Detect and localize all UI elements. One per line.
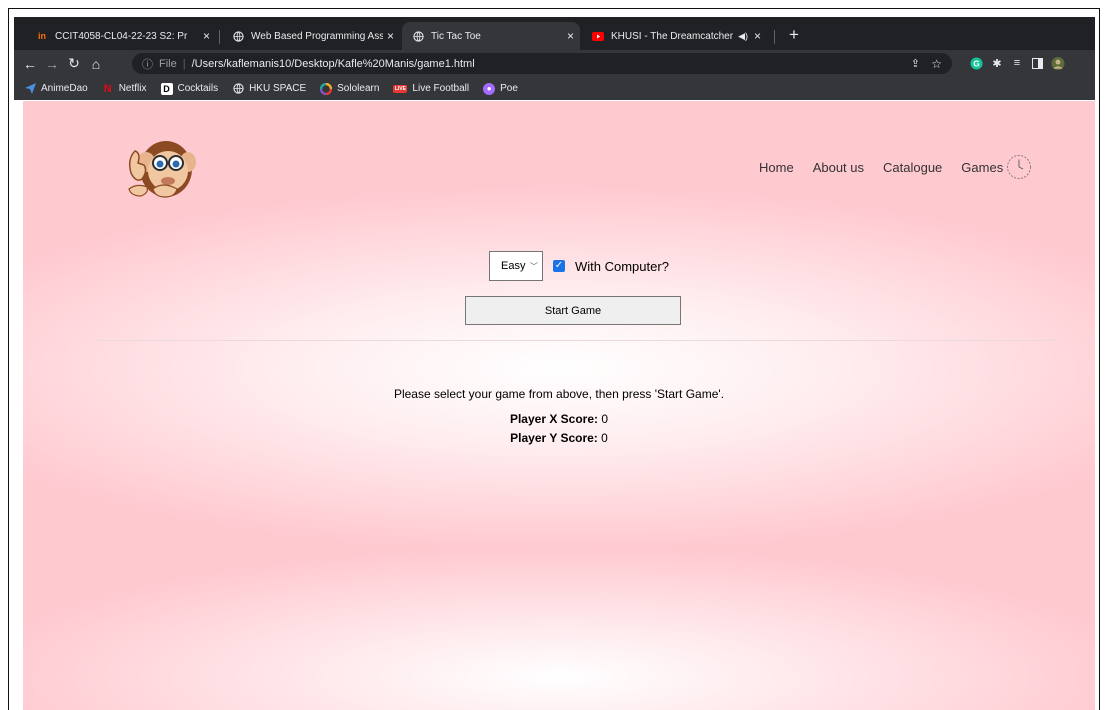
difficulty-value: Easy <box>501 260 526 272</box>
monkey-logo[interactable] <box>123 129 201 199</box>
bookmarks-bar: AnimeDao N Netflix D Cocktails HKU SPACE… <box>14 77 1095 100</box>
game-message: Please select your game from above, then… <box>393 387 725 401</box>
globe-icon <box>232 83 244 95</box>
player-x-score-label: Player X Score: <box>509 412 599 426</box>
url-scheme-label: File <box>159 57 177 70</box>
sololearn-icon <box>320 82 333 95</box>
browser-tab-strip: in CCIT4058-CL04-22-23 S2: Pr × Web Base… <box>14 17 1095 50</box>
reading-list-icon[interactable]: ≡ <box>1010 56 1024 70</box>
bookmark-poe[interactable]: ● Poe <box>483 82 518 95</box>
with-computer-label: With Computer? <box>575 258 669 274</box>
bookmark-hku-space[interactable]: HKU SPACE <box>232 83 306 95</box>
reload-icon[interactable]: ↻ <box>63 55 85 72</box>
tab-title: KHUSI - The Dreamcatcher <box>611 30 734 42</box>
svg-text:G: G <box>973 58 980 68</box>
page-content: Home About us Catalogue Games Easy ﹀ ✓ W… <box>23 101 1095 710</box>
clock-icon <box>1007 155 1031 179</box>
with-computer-checkbox[interactable]: ✓ <box>553 260 565 272</box>
bookmark-label: AnimeDao <box>41 83 88 94</box>
new-tab-icon[interactable]: + <box>789 25 799 45</box>
tab-web-based-programming[interactable]: Web Based Programming Assig × <box>222 22 400 50</box>
bookmark-star-icon[interactable]: ☆ <box>931 57 942 71</box>
netflix-icon: N <box>103 82 112 95</box>
bookmark-label: Poe <box>500 83 518 94</box>
tab-title: CCIT4058-CL04-22-23 S2: Pr <box>55 30 188 42</box>
browser-toolbar: ← → ↻ ⌂ ⓘ File | /Users/kaflemanis10/Des… <box>14 50 1095 77</box>
game-controls: Easy ﹀ ✓ With Computer? <box>489 251 669 281</box>
share-icon[interactable]: ⇪ <box>911 57 920 70</box>
divider <box>98 340 1058 341</box>
nav-about-us[interactable]: About us <box>813 160 864 175</box>
player-y-score: Player Y Score: 0 <box>23 431 1095 445</box>
tab-divider <box>774 30 775 44</box>
start-game-button[interactable]: Start Game <box>465 296 681 325</box>
nav-games[interactable]: Games <box>961 160 1003 175</box>
send-icon <box>24 83 36 95</box>
d-icon: D <box>160 82 173 95</box>
tab-title: Tic Tac Toe <box>431 30 481 42</box>
globe-icon <box>412 30 424 42</box>
close-icon[interactable]: × <box>387 29 394 43</box>
close-icon[interactable]: × <box>567 29 574 43</box>
tab-title: Web Based Programming Assig <box>251 30 383 42</box>
player-x-score-value: 0 <box>601 412 609 426</box>
bookmark-cocktails[interactable]: D Cocktails <box>160 82 219 95</box>
home-icon[interactable]: ⌂ <box>85 56 107 72</box>
profile-avatar[interactable] <box>1051 56 1065 70</box>
player-y-score-label: Player Y Score: <box>510 431 598 445</box>
bookmark-label: HKU SPACE <box>249 83 307 94</box>
youtube-icon <box>592 30 604 42</box>
tab-tic-tac-toe[interactable]: Tic Tac Toe × <box>402 22 580 50</box>
player-x-score: Player X Score: 0 <box>23 412 1095 426</box>
nav-catalogue[interactable]: Catalogue <box>883 160 942 175</box>
poe-icon: ● <box>483 82 496 95</box>
tab-khusi[interactable]: KHUSI - The Dreamcatcher ◀︎) × <box>582 22 767 50</box>
forward-icon[interactable]: → <box>41 56 63 72</box>
extensions-puzzle-icon[interactable]: ✱ <box>990 56 1004 70</box>
back-icon[interactable]: ← <box>19 56 41 72</box>
bookmark-sololearn[interactable]: Sololearn <box>320 82 380 95</box>
tab-ccit4058[interactable]: in CCIT4058-CL04-22-23 S2: Pr × <box>26 22 216 50</box>
chevron-down-icon: ﹀ <box>530 262 538 271</box>
tab-divider <box>219 30 220 44</box>
info-icon[interactable]: ⓘ <box>142 56 153 72</box>
player-y-score-value: 0 <box>601 431 608 445</box>
live-icon: LIVE <box>393 84 408 93</box>
close-icon[interactable]: × <box>754 29 761 43</box>
difficulty-select[interactable]: Easy ﹀ <box>489 251 543 281</box>
site-nav: Home About us Catalogue Games <box>759 160 1022 175</box>
bookmark-netflix[interactable]: N Netflix <box>102 83 147 95</box>
bookmark-label: Cocktails <box>177 83 219 94</box>
bookmark-live-football[interactable]: LIVE Live Football <box>393 83 469 94</box>
speaker-icon[interactable]: ◀︎) <box>738 31 748 42</box>
close-icon[interactable]: × <box>203 29 210 43</box>
bookmark-label: Sololearn <box>337 83 380 94</box>
grammarly-icon[interactable]: G <box>969 56 983 70</box>
bookmark-label: Netflix <box>118 83 147 94</box>
bookmark-label: Live Football <box>412 83 470 94</box>
address-bar[interactable]: ⓘ File | /Users/kaflemanis10/Desktop/Kaf… <box>132 53 952 74</box>
bookmark-animedao[interactable]: AnimeDao <box>24 83 88 95</box>
side-panel-icon[interactable] <box>1030 56 1044 70</box>
nav-home[interactable]: Home <box>759 160 794 175</box>
url-separator: | <box>182 57 186 70</box>
in-icon: in <box>38 31 46 41</box>
globe-icon <box>232 30 244 42</box>
url-text[interactable]: /Users/kaflemanis10/Desktop/Kafle%20Mani… <box>192 58 475 70</box>
